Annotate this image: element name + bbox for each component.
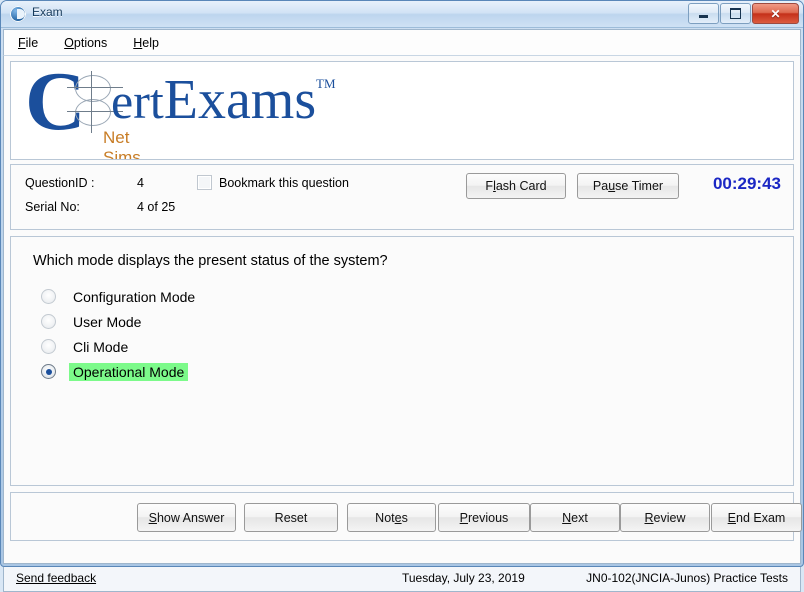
next-button[interactable]: Next [530,503,620,532]
logo-word-exams: Exams [163,69,317,131]
answer-option-label: Operational Mode [69,362,189,381]
show-answer-button[interactable]: Show Answer [137,503,236,532]
answer-option-label: Configuration Mode [73,288,196,305]
navigation-bar: Show Answer Reset Not e s Previous Next Re… [10,492,802,541]
minimize-button[interactable] [688,3,719,24]
bookmark-label: Bookmark this question [219,175,349,190]
window-title: Exam [32,5,63,19]
exam-window: Exam ✕ FFileile Options Help C [0,0,804,592]
status-bar: Send feedback Tuesday, July 23, 2019 JN0… [3,567,801,592]
radio-icon-selected[interactable] [41,364,56,379]
bookmark-checkbox[interactable] [197,175,212,190]
reset-button[interactable]: Reset [244,503,338,532]
close-icon: ✕ [770,6,781,21]
question-text: Which mode displays the present status o… [33,253,388,269]
previous-button[interactable]: Previous [438,503,530,532]
menu-item-options[interactable]: Options [64,36,107,50]
question-id-value: 4 [137,176,144,190]
end-exam-button[interactable]: End Exam [711,503,802,532]
question-info-bar: QuestionID : 4 Serial No: 4 of 25 Bookma… [10,164,794,230]
answer-option[interactable]: Configuration Mode [41,284,199,309]
radio-icon[interactable] [41,339,56,354]
certexams-c-logo-icon [10,6,26,22]
logo-trademark: TM [316,76,336,91]
logo-word-ert: ert [111,73,164,129]
content-panel: C ertExams TM Net Sims | Exam Sims Quest… [3,55,802,564]
menu-item-help[interactable]: Help [133,36,159,50]
pause-timer-button[interactable]: Pa u se Timer [577,173,679,199]
serial-no-value: 4 of 25 [137,200,176,214]
status-date: Tuesday, July 23, 2019 [402,571,525,585]
answer-option[interactable]: Cli Mode [41,334,199,359]
bookmark-checkbox-group[interactable]: Bookmark this question [197,175,349,190]
minimize-icon [699,15,708,18]
serial-no-label: Serial No: [25,200,80,214]
window-controls: ✕ [688,3,799,24]
flash-card-button[interactable]: Fl ash Card [466,173,566,199]
logo-tagline: Net Sims | Exam Sims [103,128,146,160]
question-id-label: QuestionID : [25,176,95,190]
menu-bar: FFileile Options Help [3,29,801,55]
exam-timer: 00:29:43 [712,174,781,193]
close-button[interactable]: ✕ [752,3,799,24]
radio-icon[interactable] [41,314,56,329]
answer-option-selected[interactable]: Operational Mode [41,359,199,384]
review-button[interactable]: Review [620,503,710,532]
question-panel: Which mode displays the present status o… [10,236,794,486]
notes-button[interactable]: Not e s [347,503,436,532]
maximize-button[interactable] [720,3,751,24]
logo-wordmark: ertExams [111,72,316,128]
menu-item-file[interactable]: FFileile [18,36,38,50]
tagline-net-sims: Net Sims [103,128,141,160]
answer-option[interactable]: User Mode [41,309,199,334]
radio-icon[interactable] [41,289,56,304]
send-feedback-link[interactable]: Send feedback [16,571,96,585]
brand-logo-panel: C ertExams TM Net Sims | Exam Sims [10,61,794,160]
answer-option-label: Cli Mode [73,338,129,355]
status-exam-name: JN0-102(JNCIA-Junos) Practice Tests [586,571,788,585]
answer-options-list: Configuration Mode User Mode Cli Mode Op… [41,284,199,384]
title-bar: Exam ✕ [1,1,803,28]
maximize-icon [730,8,741,19]
answer-option-label: User Mode [73,313,142,330]
